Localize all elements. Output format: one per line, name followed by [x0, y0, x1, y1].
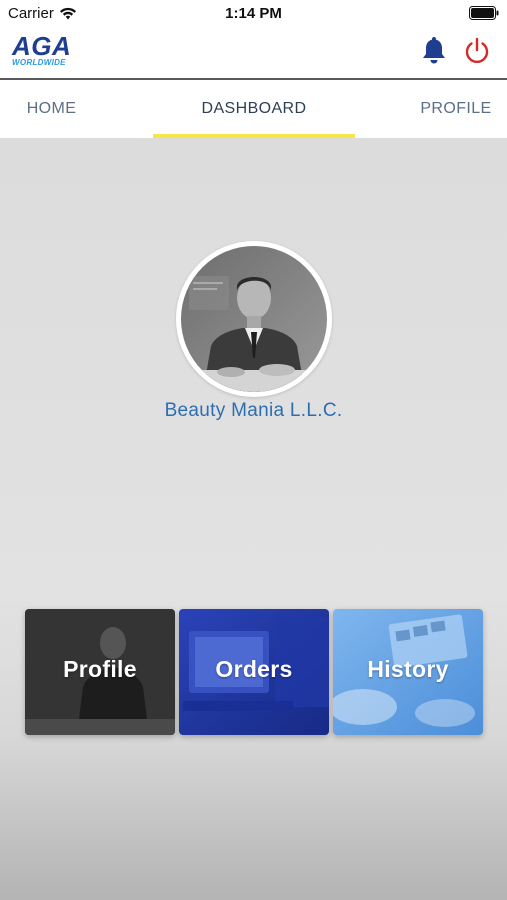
dashboard-content: Beauty Mania L.L.C. Profile Orders Histo… — [0, 138, 507, 900]
avatar[interactable] — [176, 241, 332, 397]
tab-bar: HOME DASHBOARD PROFILE — [0, 80, 507, 138]
logo-wordmark: AGA — [12, 31, 72, 61]
profile-card-label: Profile — [63, 656, 137, 682]
orders-card-label: Orders — [215, 656, 293, 682]
logo-tagline: WORLDWIDE — [12, 58, 66, 67]
status-bar: Carrier 1:14 PM — [0, 0, 507, 26]
profile-card[interactable]: Profile — [25, 609, 175, 735]
tab-dashboard[interactable]: DASHBOARD — [153, 80, 355, 138]
orders-card[interactable]: Orders — [179, 609, 329, 735]
app-header: AGA WORLDWIDE — [0, 26, 507, 80]
status-time: 1:14 PM — [225, 5, 282, 22]
history-card-label: History — [367, 656, 449, 682]
bell-icon[interactable] — [420, 35, 448, 65]
avatar-photo — [181, 246, 327, 392]
history-card[interactable]: History — [333, 609, 483, 735]
company-name: Beauty Mania L.L.C. — [164, 400, 343, 421]
power-icon[interactable] — [462, 36, 492, 66]
battery-icon — [469, 6, 499, 20]
tab-home[interactable]: HOME — [0, 80, 103, 138]
tab-profile[interactable]: PROFILE — [405, 80, 507, 138]
aga-logo[interactable]: AGA WORLDWIDE — [12, 31, 84, 70]
